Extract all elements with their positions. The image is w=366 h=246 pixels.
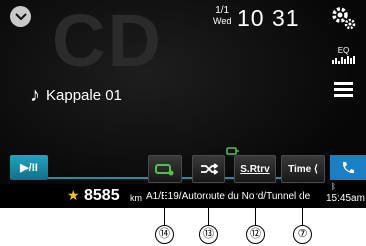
chevron-down-icon	[14, 12, 27, 20]
callout-7: ⑦	[293, 225, 312, 244]
leader-line	[164, 183, 165, 226]
nav-time: 15:45am	[326, 193, 365, 204]
star-icon: ★	[67, 187, 80, 203]
navi-badge-icon	[226, 147, 239, 155]
eq-label: EQ	[337, 46, 350, 55]
leader-line	[302, 183, 303, 226]
road-name: A1/E19/Autoroute du Nord/Tunnel de	[146, 191, 311, 202]
navi-icon	[155, 164, 174, 176]
bluetooth-icon: ᛒ	[331, 182, 336, 191]
track-title: Kappale 01	[46, 87, 122, 104]
callout-14: ⑭	[155, 225, 174, 244]
distance-unit: km	[130, 193, 142, 203]
clock: 10 31	[237, 5, 300, 31]
play-pause-button[interactable]: ▶/II	[10, 155, 48, 180]
settings-gears-icon[interactable]	[331, 6, 357, 30]
eq-button[interactable]: EQ	[332, 46, 355, 64]
source-watermark: CD	[52, 0, 163, 82]
shuffle-button[interactable]	[192, 155, 225, 183]
shuffle-icon	[200, 163, 218, 175]
distance-value: 8585	[84, 187, 120, 204]
phone-button[interactable]	[330, 155, 366, 180]
navi-button[interactable]	[148, 155, 182, 183]
callout-13: ⑬	[199, 225, 218, 244]
callout-12: ⑫	[246, 225, 265, 244]
date: 1/1 Wed	[213, 6, 231, 26]
sound-retriever-button[interactable]: S.Rtrv	[234, 155, 276, 183]
collapse-button[interactable]	[10, 6, 31, 27]
music-note-icon: ♪	[30, 84, 40, 106]
phone-icon	[342, 161, 354, 173]
track-info: ♪ Kappale 01	[30, 84, 122, 107]
head-unit-screen: CD 1/1 Wed 10 31 EQ ♪ Kappale 01 ▶/II S.…	[0, 0, 366, 208]
eq-icon	[332, 56, 355, 64]
date-weekday: Wed	[213, 16, 232, 26]
date-month-day: 1/1	[215, 5, 230, 16]
leader-line	[208, 183, 209, 226]
control-bar: ▶/II S.Rtrv Time ⟨	[0, 155, 366, 184]
navigation-bar: ★ 8585 km A1/E19/Autoroute du Nord/Tunne…	[0, 182, 366, 208]
time-button[interactable]: Time ⟨	[281, 155, 325, 183]
leader-line	[255, 183, 256, 226]
menu-icon[interactable]	[334, 82, 353, 100]
